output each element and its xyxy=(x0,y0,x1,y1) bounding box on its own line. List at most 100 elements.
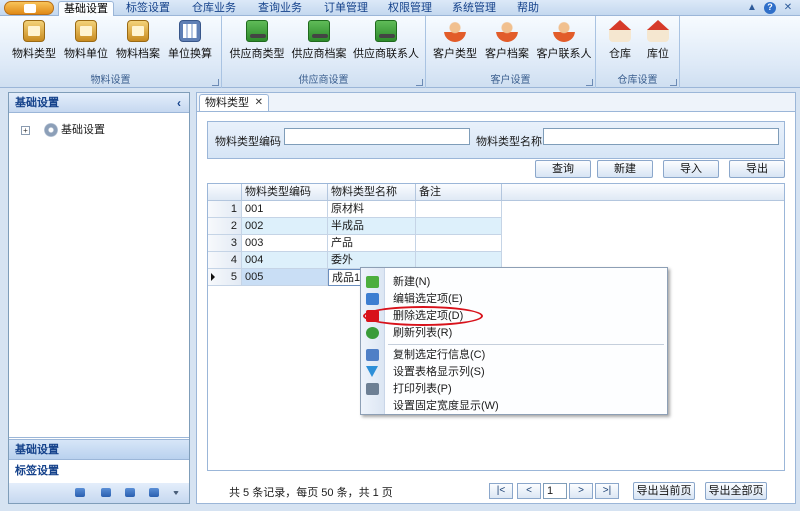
menu-item-refresh[interactable]: 刷新列表(R) xyxy=(361,325,667,341)
column-header-filler xyxy=(502,184,784,201)
nav-section-label-settings[interactable]: 标签设置 xyxy=(9,461,189,482)
grid-header: 物料类型编码 物料类型名称 备注 xyxy=(208,184,784,201)
location-button[interactable]: 库位 xyxy=(642,20,674,70)
filter-panel: 物料类型编码 物料类型名称 xyxy=(207,121,785,159)
material-type-button[interactable]: 物料类型 xyxy=(10,20,58,70)
next-page-button[interactable]: > xyxy=(569,483,593,499)
tab-label-settings[interactable]: 标签设置 xyxy=(120,1,176,16)
export-current-page-button[interactable]: 导出当前页 xyxy=(633,482,695,500)
menu-item-edit[interactable]: 编辑选定项(E) xyxy=(361,291,667,307)
menu-item-print[interactable]: 打印列表(P) xyxy=(361,381,667,397)
gear-icon xyxy=(44,123,58,138)
collapse-icon[interactable]: ‹ xyxy=(177,93,181,113)
name-input[interactable] xyxy=(543,128,779,145)
new-icon xyxy=(366,276,379,288)
house-icon xyxy=(609,20,631,42)
nav-splitter[interactable] xyxy=(9,437,189,438)
pager-summary: 共 5 条记录，每页 50 条，共 1 页 xyxy=(229,487,393,499)
tree-expand-icon[interactable]: + xyxy=(21,125,30,135)
tree-node-basic-settings[interactable]: + 基础设置 xyxy=(21,123,105,138)
copy-icon xyxy=(366,349,379,361)
row-number-header xyxy=(208,184,242,201)
app-menu-icon xyxy=(24,4,36,13)
person-icon xyxy=(496,20,518,42)
last-page-button[interactable]: >| xyxy=(595,483,619,499)
group-title: 物料设置 xyxy=(90,75,131,86)
column-header[interactable]: 备注 xyxy=(416,184,502,201)
tab-query-business[interactable]: 查询业务 xyxy=(252,1,308,16)
customer-contact-button[interactable]: 客户联系人 xyxy=(534,20,594,70)
nav-section-icon[interactable] xyxy=(101,488,111,497)
tab-permission-management[interactable]: 权限管理 xyxy=(382,1,438,16)
calculator-icon xyxy=(179,20,201,42)
tab-basic-settings[interactable]: 基础设置 xyxy=(58,1,114,16)
menu-item-set-columns[interactable]: 设置表格显示列(S) xyxy=(361,364,667,380)
nav-overflow-icon[interactable] xyxy=(173,491,179,495)
menu-item-new[interactable]: 新建(N) xyxy=(361,274,667,290)
house-icon xyxy=(647,20,669,42)
group-warehouse-settings: 仓库 库位 仓库设置 xyxy=(596,16,680,88)
group-title: 仓库设置 xyxy=(617,75,658,86)
group-expand-icon[interactable] xyxy=(670,79,677,86)
supplier-archive-button[interactable]: 供应商档案 xyxy=(290,20,348,70)
import-button[interactable]: 导入 xyxy=(663,160,719,178)
box-icon xyxy=(127,20,149,42)
menu-separator xyxy=(388,344,664,345)
tab-warehouse-business[interactable]: 仓库业务 xyxy=(186,1,242,16)
box-icon xyxy=(23,20,45,42)
supplier-contact-button[interactable]: 供应商联系人 xyxy=(352,20,420,70)
truck-icon xyxy=(246,20,268,42)
customer-archive-button[interactable]: 客户档案 xyxy=(482,20,532,70)
code-input[interactable] xyxy=(284,128,470,145)
new-button[interactable]: 新建 xyxy=(597,160,653,178)
unit-conversion-button[interactable]: 单位换算 xyxy=(166,20,214,70)
ribbon: 物料类型 物料单位 物料档案 单位换算 物料设置 供应商类型 供应商档案 供应商… xyxy=(0,16,800,88)
query-button[interactable]: 查询 xyxy=(535,160,591,178)
warehouse-button[interactable]: 仓库 xyxy=(604,20,636,70)
nav-section-basic-settings[interactable]: 基础设置 xyxy=(9,439,189,460)
customer-type-button[interactable]: 客户类型 xyxy=(430,20,480,70)
doc-tab-material-type[interactable]: 物料类型 ✕ xyxy=(199,94,269,111)
group-expand-icon[interactable] xyxy=(586,79,593,86)
box-icon xyxy=(75,20,97,42)
current-row-indicator-icon xyxy=(211,273,215,281)
group-customer-settings: 客户类型 客户档案 客户联系人 客户设置 xyxy=(426,16,596,88)
column-header[interactable]: 物料类型编码 xyxy=(242,184,328,201)
nav-section-icon[interactable] xyxy=(125,488,135,497)
person-icon xyxy=(444,20,466,42)
first-page-button[interactable]: |< xyxy=(489,483,513,499)
close-icon[interactable]: ✕ xyxy=(782,2,794,14)
group-supplier-settings: 供应商类型 供应商档案 供应商联系人 供应商设置 xyxy=(222,16,426,88)
name-label: 物料类型名称 xyxy=(476,136,542,148)
tab-help[interactable]: 帮助 xyxy=(508,1,548,16)
column-header[interactable]: 物料类型名称 xyxy=(328,184,416,201)
application-menu-button[interactable] xyxy=(4,1,54,15)
refresh-icon xyxy=(366,327,379,339)
group-material-settings: 物料类型 物料单位 物料档案 单位换算 物料设置 xyxy=(0,16,222,88)
left-navigation-panel: 基础设置 ‹ + 基础设置 基础设置 标签设置 xyxy=(8,92,190,504)
material-unit-button[interactable]: 物料单位 xyxy=(62,20,110,70)
nav-header: 基础设置 ‹ xyxy=(9,93,189,113)
group-expand-icon[interactable] xyxy=(416,79,423,86)
tab-system-management[interactable]: 系统管理 xyxy=(446,1,502,16)
nav-section-icon[interactable] xyxy=(149,488,159,497)
menu-item-copy-row[interactable]: 复制选定行信息(C) xyxy=(361,347,667,363)
material-archive-button[interactable]: 物料档案 xyxy=(114,20,162,70)
code-label: 物料类型编码 xyxy=(215,136,281,148)
close-tab-icon[interactable]: ✕ xyxy=(255,95,263,111)
prev-page-button[interactable]: < xyxy=(517,483,541,499)
supplier-type-button[interactable]: 供应商类型 xyxy=(228,20,286,70)
menu-item-fixed-width[interactable]: 设置固定宽度显示(W) xyxy=(361,398,667,414)
ribbon-minimize-icon[interactable]: ▲ xyxy=(746,2,758,14)
help-icon[interactable]: ? xyxy=(764,2,776,14)
nav-section-icon[interactable] xyxy=(75,488,85,497)
ribbon-tab-strip: 基础设置 标签设置 仓库业务 查询业务 订单管理 权限管理 系统管理 帮助 ▲ … xyxy=(0,0,800,16)
group-title: 供应商设置 xyxy=(298,75,349,86)
export-all-pages-button[interactable]: 导出全部页 xyxy=(705,482,767,500)
page-number-input[interactable]: 1 xyxy=(543,483,567,499)
export-button[interactable]: 导出 xyxy=(729,160,785,178)
tab-order-management[interactable]: 订单管理 xyxy=(318,1,374,16)
print-icon xyxy=(366,383,379,395)
group-expand-icon[interactable] xyxy=(212,79,219,86)
person-icon xyxy=(553,20,575,42)
